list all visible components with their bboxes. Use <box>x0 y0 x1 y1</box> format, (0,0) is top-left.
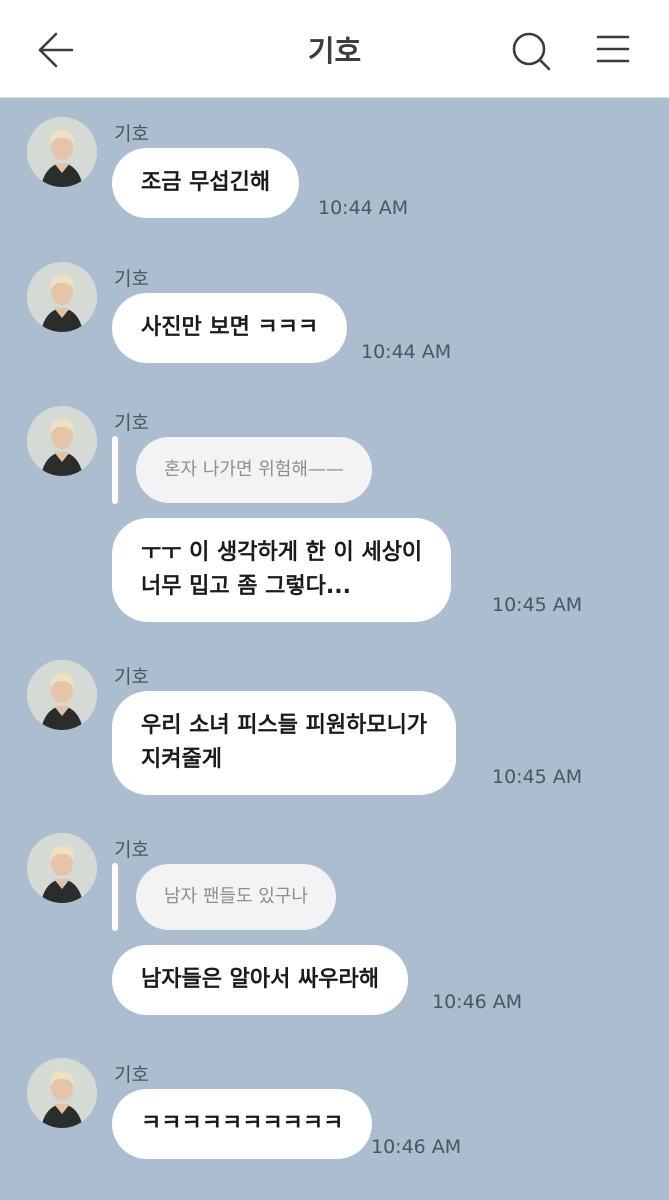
avatar[interactable] <box>27 660 97 730</box>
avatar[interactable] <box>27 406 97 476</box>
message-time: 10:44 AM <box>318 197 409 219</box>
message-time: 10:45 AM <box>492 594 583 616</box>
message-bubble[interactable]: 우리 소녀 피스들 피원하모니가 지켜줄게 <box>112 691 457 795</box>
hamburger-menu-icon[interactable] <box>596 34 630 64</box>
message-text-line: 지켜줄게 <box>141 747 222 772</box>
avatar[interactable] <box>27 833 97 903</box>
message-text: ㅋㅋㅋㅋㅋㅋㅋㅋㅋㅋ <box>141 1111 344 1136</box>
message-time: 10:46 AM <box>432 991 523 1013</box>
sender-name: 기호 <box>114 412 149 434</box>
search-icon[interactable] <box>510 30 552 72</box>
avatar[interactable] <box>27 117 97 187</box>
sender-name: 기호 <box>114 666 149 688</box>
message-text: 조금 무섭긴해 <box>141 170 271 195</box>
quoted-message[interactable]: 남자 팬들도 있구나 <box>136 864 336 930</box>
quoted-message[interactable]: 혼자 나가면 위험해—— <box>136 437 372 503</box>
chat-header: 기호 <box>0 0 669 98</box>
message-text: 사진만 보면 ㅋㅋㅋ <box>141 315 319 340</box>
reply-indicator <box>112 863 118 931</box>
message-text-line: 너무 밉고 좀 그렇다... <box>141 574 351 599</box>
message-bubble[interactable]: ㅜㅜ 이 생각하게 한 이 세상이 너무 밉고 좀 그렇다... <box>112 518 452 622</box>
message-time: 10:44 AM <box>361 341 452 363</box>
sender-name: 기호 <box>114 123 149 145</box>
avatar[interactable] <box>27 262 97 332</box>
message-bubble[interactable]: ㅋㅋㅋㅋㅋㅋㅋㅋㅋㅋ <box>112 1089 373 1159</box>
message-text: 남자들은 알아서 싸우라해 <box>141 967 379 992</box>
message-bubble[interactable]: 남자들은 알아서 싸우라해 <box>112 945 408 1015</box>
sender-name: 기호 <box>114 839 149 861</box>
sender-name: 기호 <box>114 1064 149 1086</box>
sender-name: 기호 <box>114 268 149 290</box>
message-time: 10:45 AM <box>492 766 583 788</box>
avatar[interactable] <box>27 1058 97 1128</box>
message-bubble[interactable]: 조금 무섭긴해 <box>112 148 300 218</box>
message-time: 10:46 AM <box>371 1136 462 1158</box>
message-text-line: 우리 소녀 피스들 피원하모니가 <box>141 713 428 738</box>
chat-title: 기호 <box>307 34 362 68</box>
message-text-line: ㅜㅜ 이 생각하게 한 이 세상이 <box>141 540 423 565</box>
message-bubble[interactable]: 사진만 보면 ㅋㅋㅋ <box>112 293 348 363</box>
reply-indicator <box>112 436 118 504</box>
